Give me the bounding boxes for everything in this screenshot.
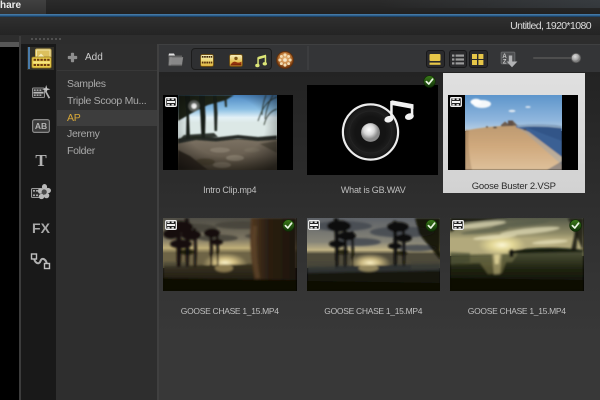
svg-text:Z: Z xyxy=(503,60,507,66)
svg-text:AB: AB xyxy=(35,121,47,131)
